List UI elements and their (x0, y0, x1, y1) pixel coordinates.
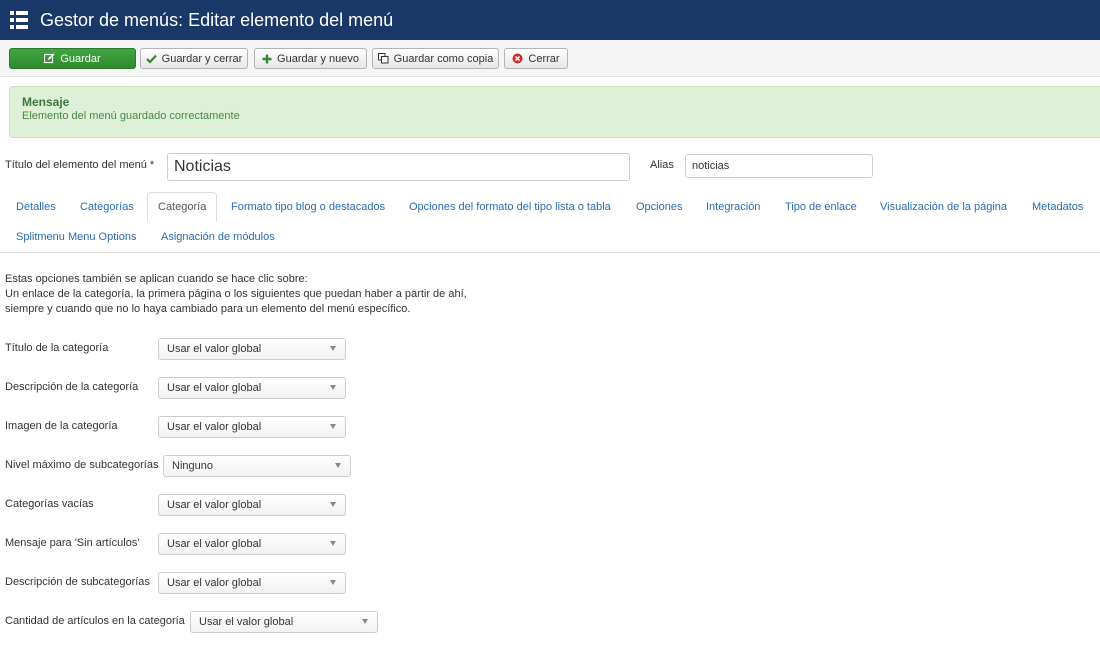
tab-opciones-lista[interactable]: Opciones del formato del tipo lista o ta… (409, 192, 611, 222)
intro-text: Estas opciones también se aplican cuando… (5, 272, 467, 317)
tab-bar: Detalles Categorías Categoría Formato ti… (0, 192, 1100, 253)
message-heading: Mensaje (22, 95, 70, 109)
copy-icon (377, 53, 389, 64)
tab-detalles[interactable]: Detalles (16, 192, 56, 222)
field-row: Descripción de la categoría Usar el valo… (0, 377, 1100, 399)
check-icon (145, 54, 157, 64)
alias-input[interactable]: noticias (685, 154, 873, 178)
empty-categories-select[interactable]: Usar el valor global (158, 494, 346, 516)
select-value: Usar el valor global (167, 343, 262, 355)
no-articles-message-select[interactable]: Usar el valor global (158, 533, 346, 555)
tab-integracion[interactable]: Integración (706, 192, 760, 222)
caret-down-icon (335, 463, 341, 468)
field-row: Mensaje para 'Sin artículos' Usar el val… (0, 533, 1100, 555)
subcategory-level-select[interactable]: Ninguno (163, 455, 351, 477)
tab-splitmenu[interactable]: Splitmenu Menu Options (16, 222, 136, 252)
select-value: Usar el valor global (167, 421, 262, 433)
tab-opciones[interactable]: Opciones (636, 192, 682, 222)
select-value: Usar el valor global (167, 382, 262, 394)
field-label: Descripción de subcategorías (5, 576, 150, 588)
caret-down-icon (330, 502, 336, 507)
save-and-close-label: Guardar y cerrar (161, 52, 243, 65)
title-input[interactable]: Noticias (167, 153, 630, 181)
intro-line: Estas opciones también se aplican cuando… (5, 273, 308, 285)
title-alias-row: Título del elemento del menú * Noticias … (0, 152, 1100, 182)
select-value: Usar el valor global (167, 577, 262, 589)
tab-categoria[interactable]: Categoría (147, 192, 218, 222)
save-as-copy-label: Guardar como copia (393, 52, 494, 65)
tab-formato-blog[interactable]: Formato tipo blog o destacados (231, 192, 385, 222)
field-label: Mensaje para 'Sin artículos' (5, 537, 140, 549)
alias-label: Alias (650, 159, 674, 171)
field-row: Imagen de la categoría Usar el valor glo… (0, 416, 1100, 438)
page-title: Gestor de menús: Editar elemento del men… (40, 9, 394, 30)
subcategory-description-select[interactable]: Usar el valor global (158, 572, 346, 594)
caret-down-icon (330, 424, 336, 429)
select-value: Ninguno (172, 460, 213, 472)
tab-asignacion-modulos[interactable]: Asignación de módulos (161, 222, 275, 252)
article-count-select[interactable]: Usar el valor global (190, 611, 378, 633)
tab-categorias[interactable]: Categorías (80, 192, 134, 222)
caret-down-icon (330, 346, 336, 351)
select-value: Usar el valor global (167, 499, 262, 511)
save-and-new-button[interactable]: Guardar y nuevo (254, 48, 367, 69)
save-and-new-label: Guardar y nuevo (277, 52, 359, 65)
save-as-copy-button[interactable]: Guardar como copia (372, 48, 499, 69)
field-row: Nivel máximo de subcategorías Ninguno (0, 455, 1100, 477)
title-label: Título del elemento del menú * (5, 159, 155, 171)
save-button[interactable]: Guardar (9, 48, 136, 69)
close-button[interactable]: Cerrar (504, 48, 568, 69)
tab-tipo-enlace[interactable]: Tipo de enlace (785, 192, 857, 222)
edit-icon (44, 53, 55, 64)
tab-visualizacion[interactable]: Visualización de la página (880, 192, 1007, 222)
success-message: Mensaje Elemento del menú guardado corre… (9, 86, 1100, 138)
field-row: Cantidad de artículos en la categoría Us… (0, 611, 1100, 633)
field-row: Título de la categoría Usar el valor glo… (0, 338, 1100, 360)
page-header: Gestor de menús: Editar elemento del men… (0, 0, 1100, 40)
caret-down-icon (330, 385, 336, 390)
toolbar: Guardar Guardar y cerrar Guardar y nuevo… (0, 40, 1100, 77)
field-row: Categorías vacías Usar el valor global (0, 494, 1100, 516)
select-value: Usar el valor global (167, 538, 262, 550)
save-and-close-button[interactable]: Guardar y cerrar (140, 48, 248, 69)
plus-icon (262, 54, 272, 64)
field-label: Nivel máximo de subcategorías (5, 459, 159, 471)
field-label: Título de la categoría (5, 342, 109, 354)
list-icon (10, 11, 28, 29)
tab-metadatos[interactable]: Metadatos (1032, 192, 1083, 222)
message-text: Elemento del menú guardado correctamente (22, 110, 240, 122)
close-label: Cerrar (528, 52, 560, 65)
category-image-select[interactable]: Usar el valor global (158, 416, 346, 438)
field-label: Cantidad de artículos en la categoría (5, 615, 185, 627)
field-label: Imagen de la categoría (5, 420, 118, 432)
close-icon (512, 53, 523, 64)
select-value: Usar el valor global (199, 616, 294, 628)
save-label: Guardar (60, 52, 101, 65)
intro-line: siempre y cuando que no lo haya cambiado… (5, 303, 411, 315)
field-label: Categorías vacías (5, 498, 94, 510)
field-label: Descripción de la categoría (5, 381, 139, 393)
caret-down-icon (330, 580, 336, 585)
field-row: Descripción de subcategorías Usar el val… (0, 572, 1100, 594)
caret-down-icon (330, 541, 336, 546)
intro-line: Un enlace de la categoría, la primera pá… (5, 288, 467, 300)
caret-down-icon (362, 619, 368, 624)
category-title-select[interactable]: Usar el valor global (158, 338, 346, 360)
category-description-select[interactable]: Usar el valor global (158, 377, 346, 399)
